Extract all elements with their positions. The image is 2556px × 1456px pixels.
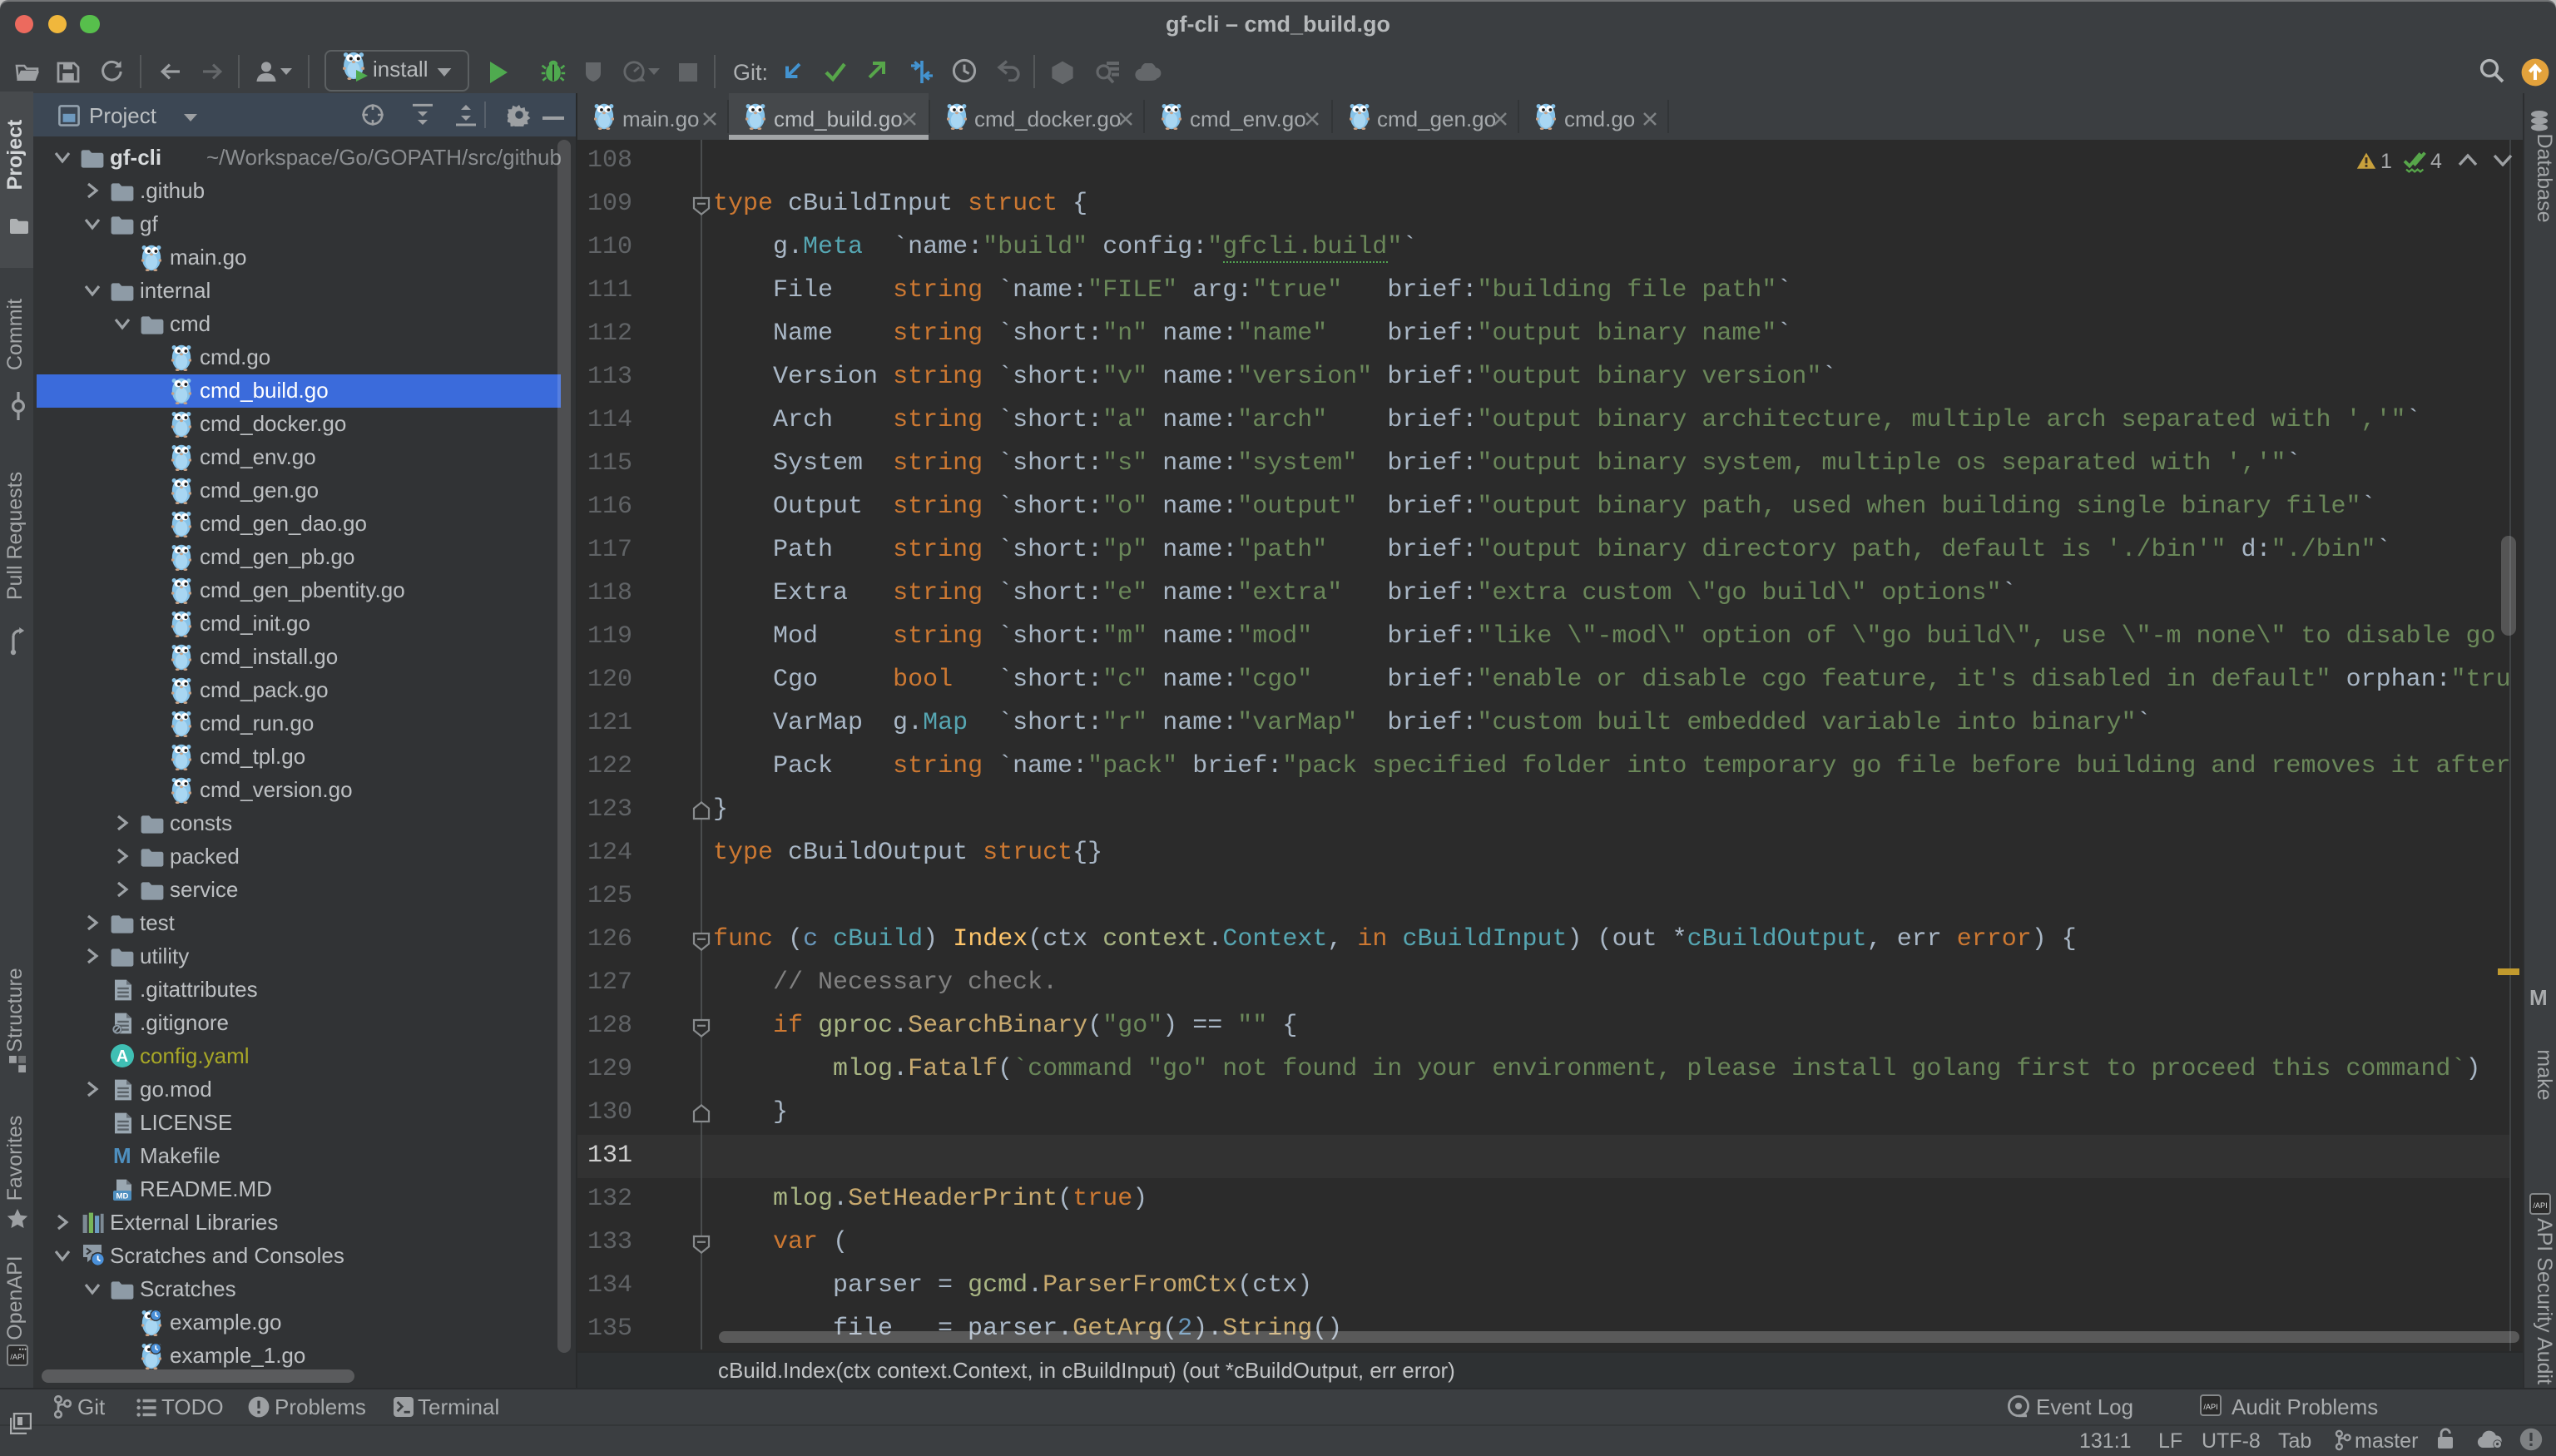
svg-text:/API: /API bbox=[2202, 1403, 2217, 1411]
svg-text:/API: /API bbox=[9, 1353, 23, 1361]
